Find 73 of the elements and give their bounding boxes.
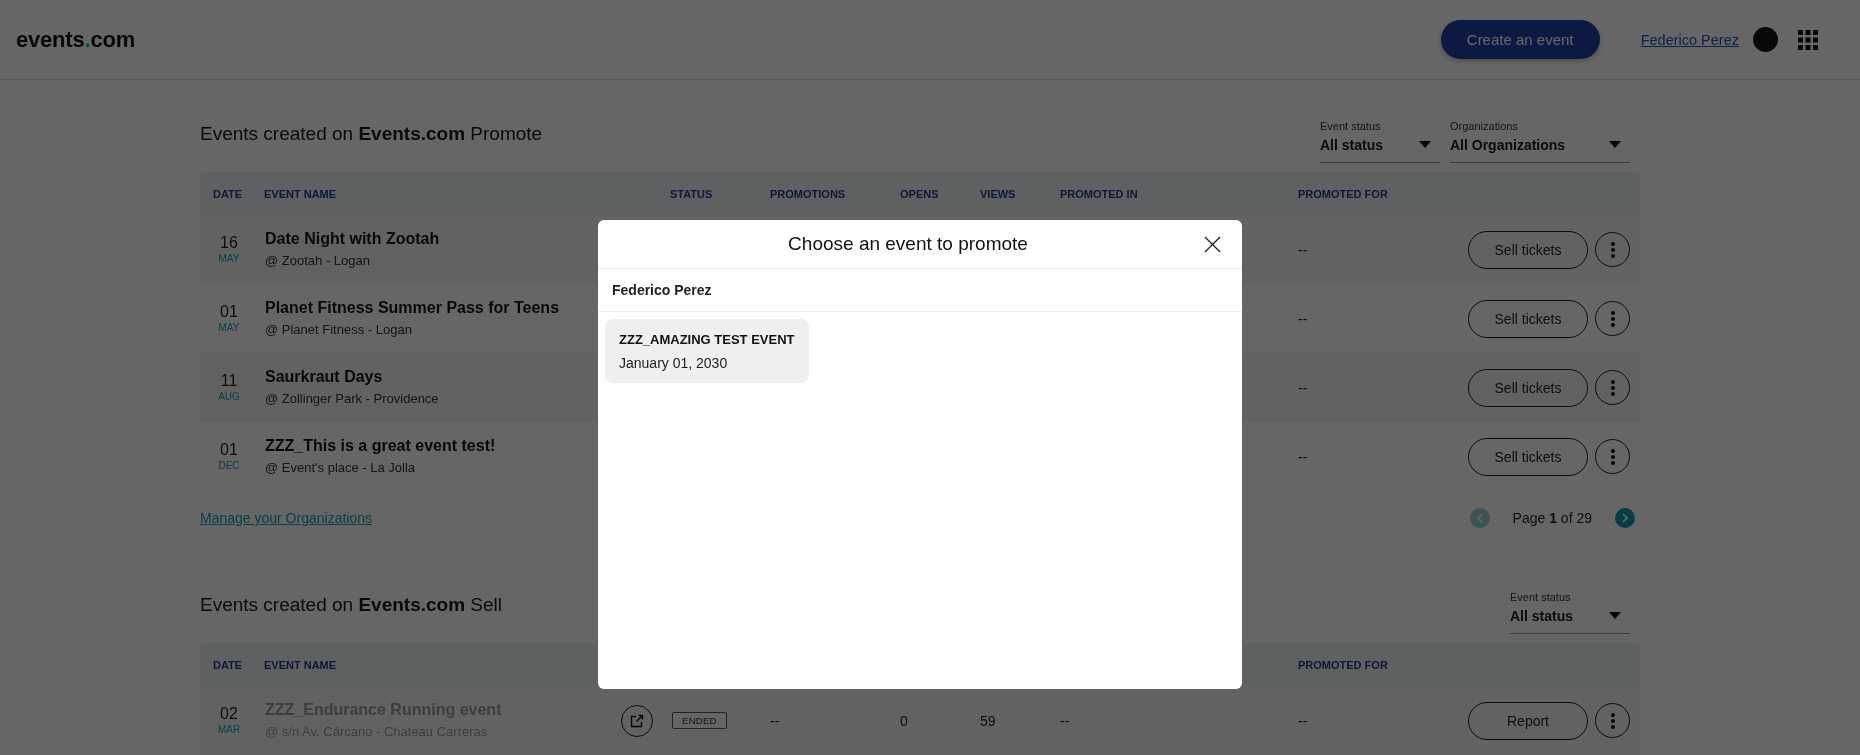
kebab-menu-icon [1610,310,1615,327]
filter-dropdown[interactable]: All status [1510,607,1630,634]
next-page-button[interactable] [1615,508,1635,528]
apps-grid-icon[interactable] [1798,29,1818,50]
external-link-icon [630,713,644,728]
section-title: Events created on Events.com Promote [200,122,543,146]
event-month: AUG [218,391,240,403]
event-name[interactable]: ZZZ_This is a great event test! [265,436,496,456]
event-venue: @ Planet Fitness - Logan [265,322,412,338]
event-venue: @ Zootah - Logan [265,253,370,269]
user-name-link[interactable]: Federico Perez [1640,31,1739,48]
event-name[interactable]: Planet Fitness Summer Pass for Teens [265,298,560,318]
close-icon [1204,235,1221,253]
create-event-button[interactable]: Create an event [1440,19,1600,59]
event-name[interactable]: Saurkraut Days [265,367,383,387]
event-option-title: ZZZ_AMAZING TEST EVENT [619,331,795,348]
column-header: DATE [213,187,243,200]
table-cell: -- [1298,241,1308,258]
column-header: PROMOTED FOR [1298,187,1388,200]
event-month: MAY [218,253,240,265]
section-title: Events created on Events.com Sell [200,593,503,617]
event-month: DEC [218,460,240,472]
close-button[interactable] [1204,235,1221,253]
filter-dropdown[interactable]: All status [1320,136,1440,163]
column-header: EVENT NAME [264,187,337,200]
filter-label: Event status [1320,119,1381,133]
event-venue: @ Event's place - La Jolla [265,460,416,476]
filter-label: Event status [1510,590,1571,604]
table-cell: -- [770,712,780,729]
table-cell: -- [1298,448,1308,465]
column-header: PROMOTED FOR [1298,658,1388,671]
chevron-right-icon [1622,513,1628,523]
column-header: PROMOTED IN [1060,187,1138,200]
event-option[interactable]: ZZZ_AMAZING TEST EVENT January 01, 2030 [605,319,809,383]
modal-title: Choose an event to promote [787,233,1029,255]
table-cell: 0 [900,712,908,729]
kebab-menu-icon [1610,241,1615,258]
caret-down-icon [1609,612,1621,619]
event-day: 01 [220,303,238,321]
event-venue: @ Zollinger Park - Providence [265,391,439,407]
filter-label: Organizations [1450,119,1518,133]
column-header: EVENT NAME [264,658,337,671]
event-day: 11 [220,372,238,390]
event-name[interactable]: Date Night with Zootah [265,229,440,249]
table-cell: -- [1298,310,1308,327]
table-cell: 59 [980,712,996,729]
column-header: PROMOTIONS [770,187,846,200]
event-day: 16 [220,234,238,252]
status-badge: ENDED [672,712,727,729]
event-month: MAR [217,724,241,736]
logo[interactable]: events.com [16,26,136,53]
chevron-left-icon [1476,513,1483,523]
avatar-icon[interactable] [1753,27,1778,52]
filter-dropdown[interactable]: All Organizations [1450,136,1630,163]
table-cell: -- [1298,712,1308,729]
column-header: VIEWS [980,187,1016,200]
table-cell: -- [1298,379,1308,396]
caret-down-icon [1419,141,1431,148]
column-header: STATUS [670,187,713,200]
table-cell: -- [1060,712,1070,729]
kebab-menu-icon [1610,448,1615,465]
caret-down-icon [1609,141,1621,148]
column-header: OPENS [900,187,939,200]
event-day: 02 [220,705,238,723]
page-indicator: Page 1 of 29 [1512,510,1592,526]
event-month: MAY [218,322,240,334]
event-day: 01 [220,441,238,459]
column-header: DATE [213,658,243,671]
manage-organizations-link[interactable]: Manage your Organizations [200,510,372,526]
event-option-date: January 01, 2030 [619,354,728,372]
organizer-name: Federico Perez [612,282,712,298]
kebab-menu-icon [1610,712,1615,729]
kebab-menu-icon [1610,379,1615,396]
